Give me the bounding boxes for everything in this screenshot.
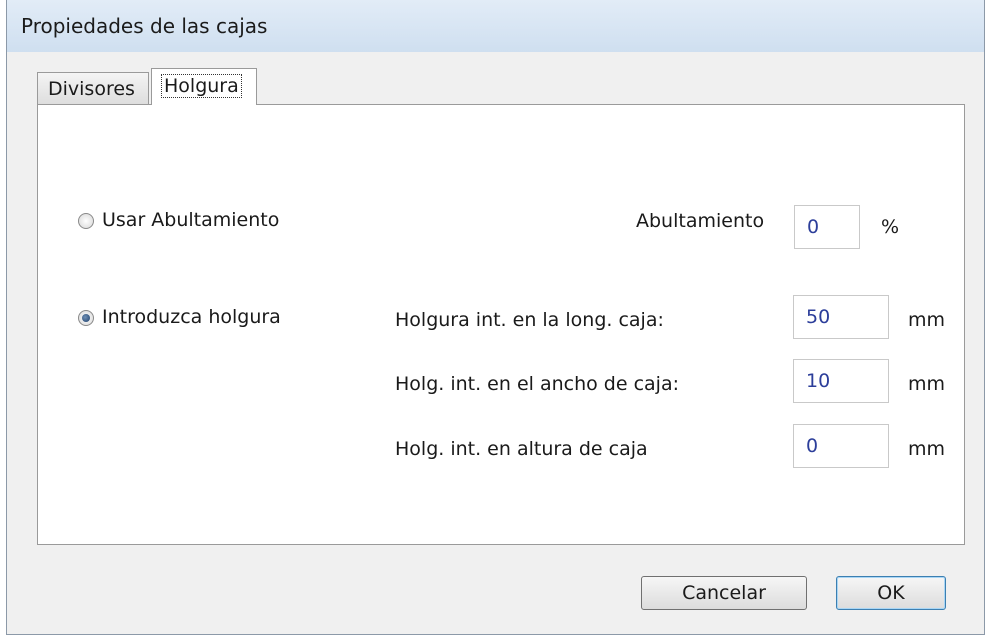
abultamiento-unit: % (881, 216, 900, 238)
holgura-longitud-label: Holgura int. en la long. caja: (395, 309, 664, 331)
tab-divisores-label: Divisores (48, 78, 135, 100)
holgura-ancho-unit: mm (908, 373, 946, 395)
tab-divisores[interactable]: Divisores (37, 72, 149, 104)
usar-abultamiento-radio[interactable] (78, 213, 94, 229)
abultamiento-input[interactable] (794, 205, 860, 249)
holgura-longitud-input[interactable] (793, 295, 889, 339)
ok-button[interactable]: OK (836, 576, 946, 610)
holgura-altura-unit: mm (908, 438, 946, 460)
cancel-button[interactable]: Cancelar (641, 576, 807, 610)
holgura-altura-input[interactable] (793, 424, 889, 468)
tab-holgura[interactable]: Holgura (151, 68, 257, 105)
holgura-longitud-unit: mm (908, 309, 946, 331)
holgura-altura-label: Holg. int. en altura de caja (395, 438, 648, 460)
introduzca-holgura-radio[interactable] (78, 310, 94, 326)
abultamiento-label: Abultamiento (636, 210, 765, 232)
holgura-panel: Usar Abultamiento Abultamiento % Introdu… (37, 104, 965, 545)
dialog-window: Propiedades de las cajas Divisores Holgu… (6, 0, 985, 635)
dialog-title: Propiedades de las cajas (21, 14, 268, 38)
tab-holgura-label: Holgura (161, 74, 242, 98)
introduzca-holgura-label[interactable]: Introduzca holgura (102, 306, 281, 328)
usar-abultamiento-label[interactable]: Usar Abultamiento (102, 209, 279, 231)
holgura-ancho-label: Holg. int. en el ancho de caja: (395, 373, 679, 395)
title-bar[interactable]: Propiedades de las cajas (7, 0, 984, 52)
holgura-ancho-input[interactable] (793, 359, 889, 403)
